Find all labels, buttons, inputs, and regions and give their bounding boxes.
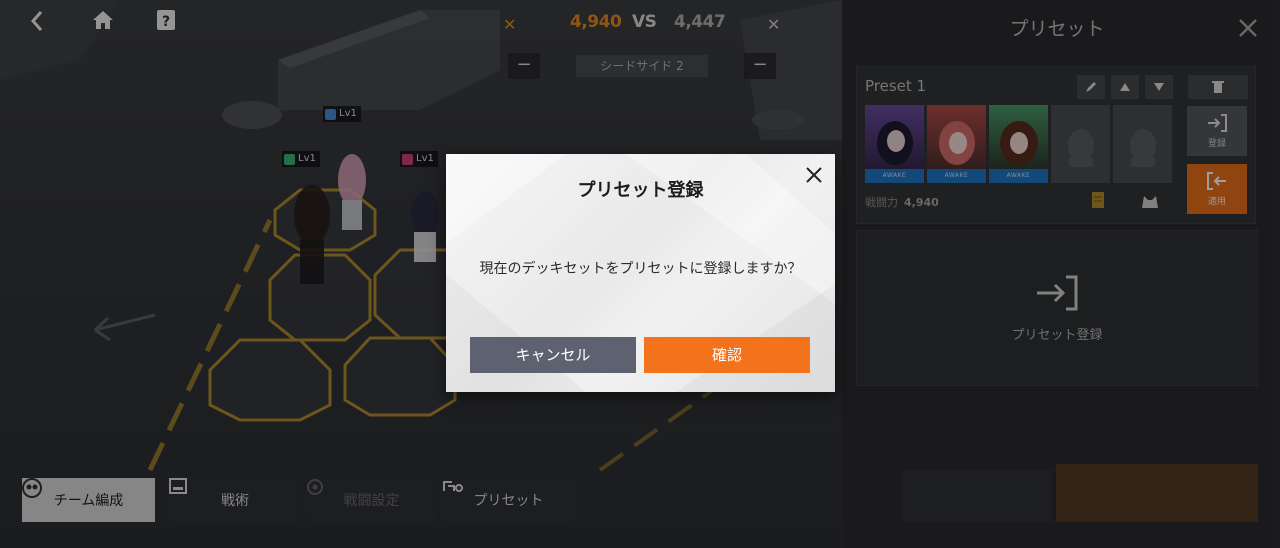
dialog-message: 現在のデッキセットをプリセットに登録しますか？ [479,261,802,277]
preset-register-dialog: プリセット登録 現在のデッキセットをプリセットに登録しますか？ キャンセル 確認 [446,154,835,392]
cancel-button[interactable]: キャンセル [470,337,636,373]
close-icon [806,167,822,183]
dialog-title: プリセット登録 [577,180,704,201]
confirm-button[interactable]: 確認 [644,337,810,373]
dialog-close-button[interactable] [801,162,827,188]
